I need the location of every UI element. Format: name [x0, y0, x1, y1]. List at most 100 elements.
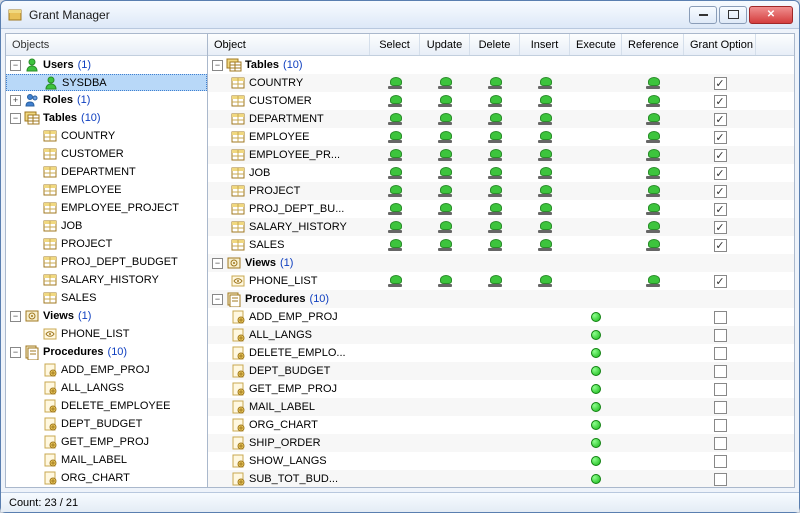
grant-option-cell[interactable] [684, 452, 756, 470]
tree-item[interactable]: EMPLOYEE_PROJECT [6, 199, 207, 217]
expand-icon[interactable]: − [212, 60, 223, 71]
grant-cell[interactable] [520, 362, 570, 380]
grant-cell[interactable] [520, 164, 570, 182]
tree-item[interactable]: DELETE_EMPLOYEE [6, 397, 207, 415]
grant-cell[interactable] [622, 92, 684, 110]
grant-cell[interactable] [520, 92, 570, 110]
expand-icon[interactable]: − [212, 294, 223, 305]
grid-row[interactable]: EMPLOYEE_PR...✓ [208, 146, 794, 164]
tree-category[interactable]: −Tables(10) [6, 109, 207, 127]
grant-cell[interactable] [420, 308, 470, 326]
minimize-button[interactable] [689, 6, 717, 24]
grid-category-row[interactable]: −Tables(10) [208, 56, 794, 74]
grant-option-checkbox[interactable]: ✓ [714, 77, 727, 90]
grant-cell[interactable] [470, 92, 520, 110]
grant-option-cell[interactable] [684, 434, 756, 452]
grant-cell[interactable] [570, 434, 622, 452]
grant-option-checkbox[interactable]: ✓ [714, 95, 727, 108]
grant-cell[interactable] [420, 110, 470, 128]
grant-cell[interactable] [370, 164, 420, 182]
grant-cell[interactable] [570, 362, 622, 380]
grid-row[interactable]: PROJECT✓ [208, 182, 794, 200]
grant-cell[interactable] [622, 272, 684, 290]
grant-option-cell[interactable] [684, 344, 756, 362]
expand-icon[interactable]: − [10, 113, 21, 124]
titlebar[interactable]: Grant Manager [1, 1, 799, 29]
col-update[interactable]: Update [420, 34, 470, 55]
grant-option-cell[interactable]: ✓ [684, 236, 756, 254]
grant-cell[interactable] [470, 218, 520, 236]
grant-cell[interactable] [570, 110, 622, 128]
grant-option-cell[interactable]: ✓ [684, 110, 756, 128]
grant-option-cell[interactable]: ✓ [684, 272, 756, 290]
grant-cell[interactable] [470, 452, 520, 470]
grid-row[interactable]: CUSTOMER✓ [208, 92, 794, 110]
grant-cell[interactable] [420, 344, 470, 362]
grant-option-cell[interactable]: ✓ [684, 146, 756, 164]
grant-cell[interactable] [370, 236, 420, 254]
grant-cell[interactable] [570, 182, 622, 200]
grant-cell[interactable] [370, 182, 420, 200]
tree-item[interactable]: GET_EMP_PROJ [6, 433, 207, 451]
grant-cell[interactable] [520, 182, 570, 200]
grant-cell[interactable] [370, 218, 420, 236]
grant-cell[interactable] [420, 182, 470, 200]
tree-item[interactable]: SALES [6, 289, 207, 307]
grant-option-cell[interactable] [684, 398, 756, 416]
tree-item[interactable]: CUSTOMER [6, 145, 207, 163]
grant-cell[interactable] [520, 308, 570, 326]
grant-cell[interactable] [470, 272, 520, 290]
grant-cell[interactable] [420, 362, 470, 380]
grant-option-checkbox[interactable] [714, 329, 727, 342]
grant-cell[interactable] [370, 398, 420, 416]
grid-row[interactable]: SALES✓ [208, 236, 794, 254]
grant-option-cell[interactable] [684, 308, 756, 326]
grant-cell[interactable] [470, 398, 520, 416]
grid-row[interactable]: SHOW_LANGS [208, 452, 794, 470]
grant-cell[interactable] [470, 434, 520, 452]
grant-cell[interactable] [622, 182, 684, 200]
objects-tree[interactable]: −Users(1)SYSDBA+Roles(1)−Tables(10)COUNT… [6, 56, 207, 487]
grant-option-checkbox[interactable] [714, 455, 727, 468]
grid-row[interactable]: JOB✓ [208, 164, 794, 182]
grid-row[interactable]: DELETE_EMPLO... [208, 344, 794, 362]
grant-cell[interactable] [370, 200, 420, 218]
expand-icon[interactable]: − [10, 311, 21, 322]
grant-cell[interactable] [570, 344, 622, 362]
grant-cell[interactable] [622, 452, 684, 470]
grant-cell[interactable] [622, 416, 684, 434]
grant-cell[interactable] [622, 326, 684, 344]
grant-cell[interactable] [470, 128, 520, 146]
tree-item[interactable]: SYSDBA [6, 74, 207, 91]
grant-option-checkbox[interactable]: ✓ [714, 275, 727, 288]
grant-cell[interactable] [370, 74, 420, 92]
grant-cell[interactable] [520, 110, 570, 128]
tree-category[interactable]: −Procedures(10) [6, 343, 207, 361]
grid-category-row[interactable]: −Procedures(10) [208, 290, 794, 308]
tree-item[interactable]: DEPT_BUDGET [6, 415, 207, 433]
grid-row[interactable]: PROJ_DEPT_BU...✓ [208, 200, 794, 218]
grant-cell[interactable] [420, 416, 470, 434]
grant-option-checkbox[interactable]: ✓ [714, 239, 727, 252]
close-button[interactable] [749, 6, 793, 24]
grant-cell[interactable] [520, 200, 570, 218]
grant-option-checkbox[interactable] [714, 473, 727, 486]
grant-cell[interactable] [470, 362, 520, 380]
grant-option-checkbox[interactable]: ✓ [714, 167, 727, 180]
col-reference[interactable]: Reference [622, 34, 684, 55]
grant-cell[interactable] [622, 236, 684, 254]
grant-cell[interactable] [520, 236, 570, 254]
grid-row[interactable]: ALL_LANGS [208, 326, 794, 344]
grant-option-cell[interactable] [684, 470, 756, 487]
tree-item[interactable]: PROJECT [6, 235, 207, 253]
grant-cell[interactable] [370, 110, 420, 128]
grant-cell[interactable] [622, 110, 684, 128]
tree-item[interactable]: ADD_EMP_PROJ [6, 361, 207, 379]
grant-cell[interactable] [420, 470, 470, 487]
grid-row[interactable]: PHONE_LIST✓ [208, 272, 794, 290]
grant-cell[interactable] [570, 128, 622, 146]
grant-cell[interactable] [370, 308, 420, 326]
grid-row[interactable]: DEPARTMENT✓ [208, 110, 794, 128]
grid-row[interactable]: GET_EMP_PROJ [208, 380, 794, 398]
grant-cell[interactable] [370, 146, 420, 164]
